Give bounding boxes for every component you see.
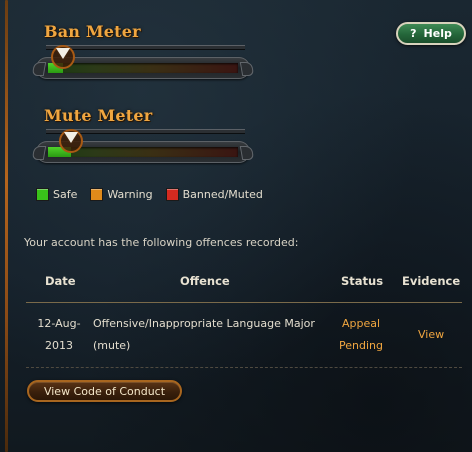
ban-meter [31,45,255,79]
legend-item-safe: Safe [36,188,77,201]
question-mark-icon: ? [410,27,417,40]
mute-meter-pointer-icon [64,132,78,143]
column-header-status: Status [341,274,384,288]
ban-meter-pointer-icon [56,48,70,59]
legend-item-banned-muted: Banned/Muted [165,188,263,201]
offence-date: 12-Aug- 2013 [37,317,81,352]
legend-swatch-safe [36,188,49,201]
column-header-evidence: Evidence [402,274,461,288]
mute-meter-title: Mute Meter [44,106,153,125]
column-header-offence: Offence [180,274,230,288]
ban-meter-rule [46,45,245,50]
table-row-divider [26,367,462,368]
ban-meter-track [48,63,238,73]
view-code-of-conduct-button[interactable]: View Code of Conduct [27,380,182,402]
offence-description: Offensive/Inappropriate Language Major (… [93,317,315,352]
legend-label-warning: Warning [107,188,153,201]
offence-status: Appeal Pending [339,317,383,352]
legend-swatch-banned-muted [165,188,179,201]
help-button[interactable]: ? Help [396,22,466,45]
legend-item-warning: Warning [90,188,153,201]
legend-label-safe: Safe [53,188,78,201]
offences-intro-text: Your account has the following offences … [24,236,299,249]
help-button-label: Help [423,27,452,40]
view-evidence-link[interactable]: View [418,324,444,346]
ban-meter-title: Ban Meter [44,22,141,41]
column-header-date: Date [45,274,76,288]
legend-swatch-warning [90,188,104,201]
meter-legend: Safe Warning Banned/Muted [36,188,276,201]
left-border-rail [5,0,8,452]
mute-meter [31,129,255,163]
table-header-divider [26,302,462,303]
legend-label-banned-muted: Banned/Muted [182,188,263,201]
